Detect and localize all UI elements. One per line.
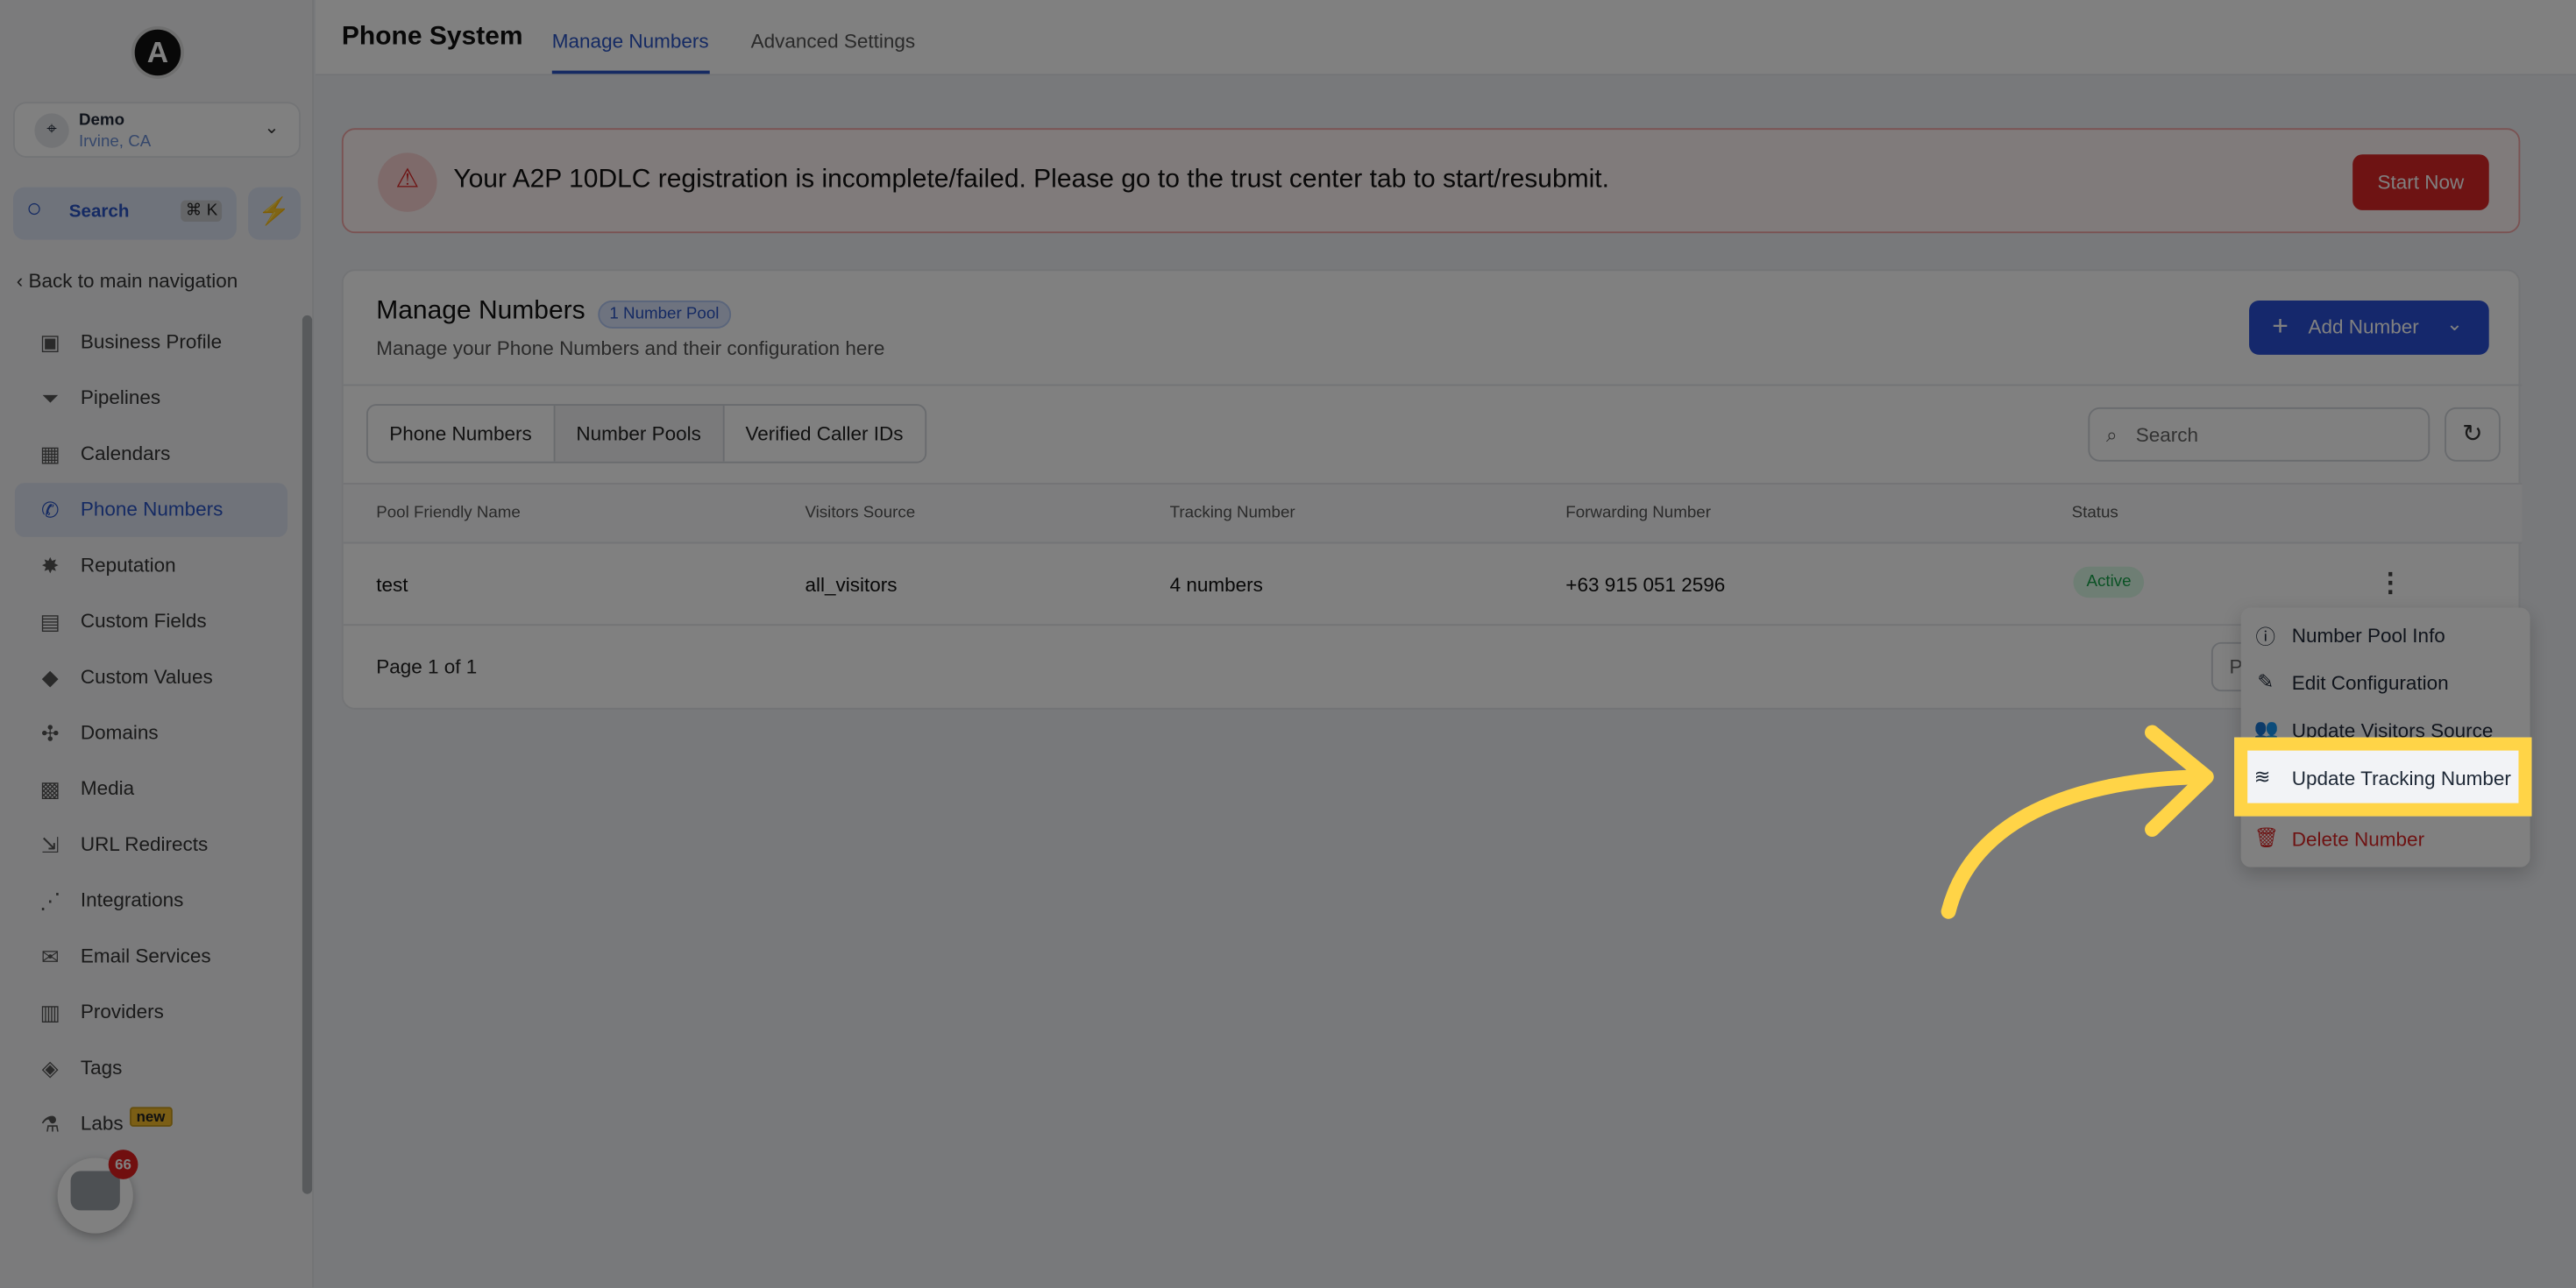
callout-arrow-icon xyxy=(1941,725,2214,919)
